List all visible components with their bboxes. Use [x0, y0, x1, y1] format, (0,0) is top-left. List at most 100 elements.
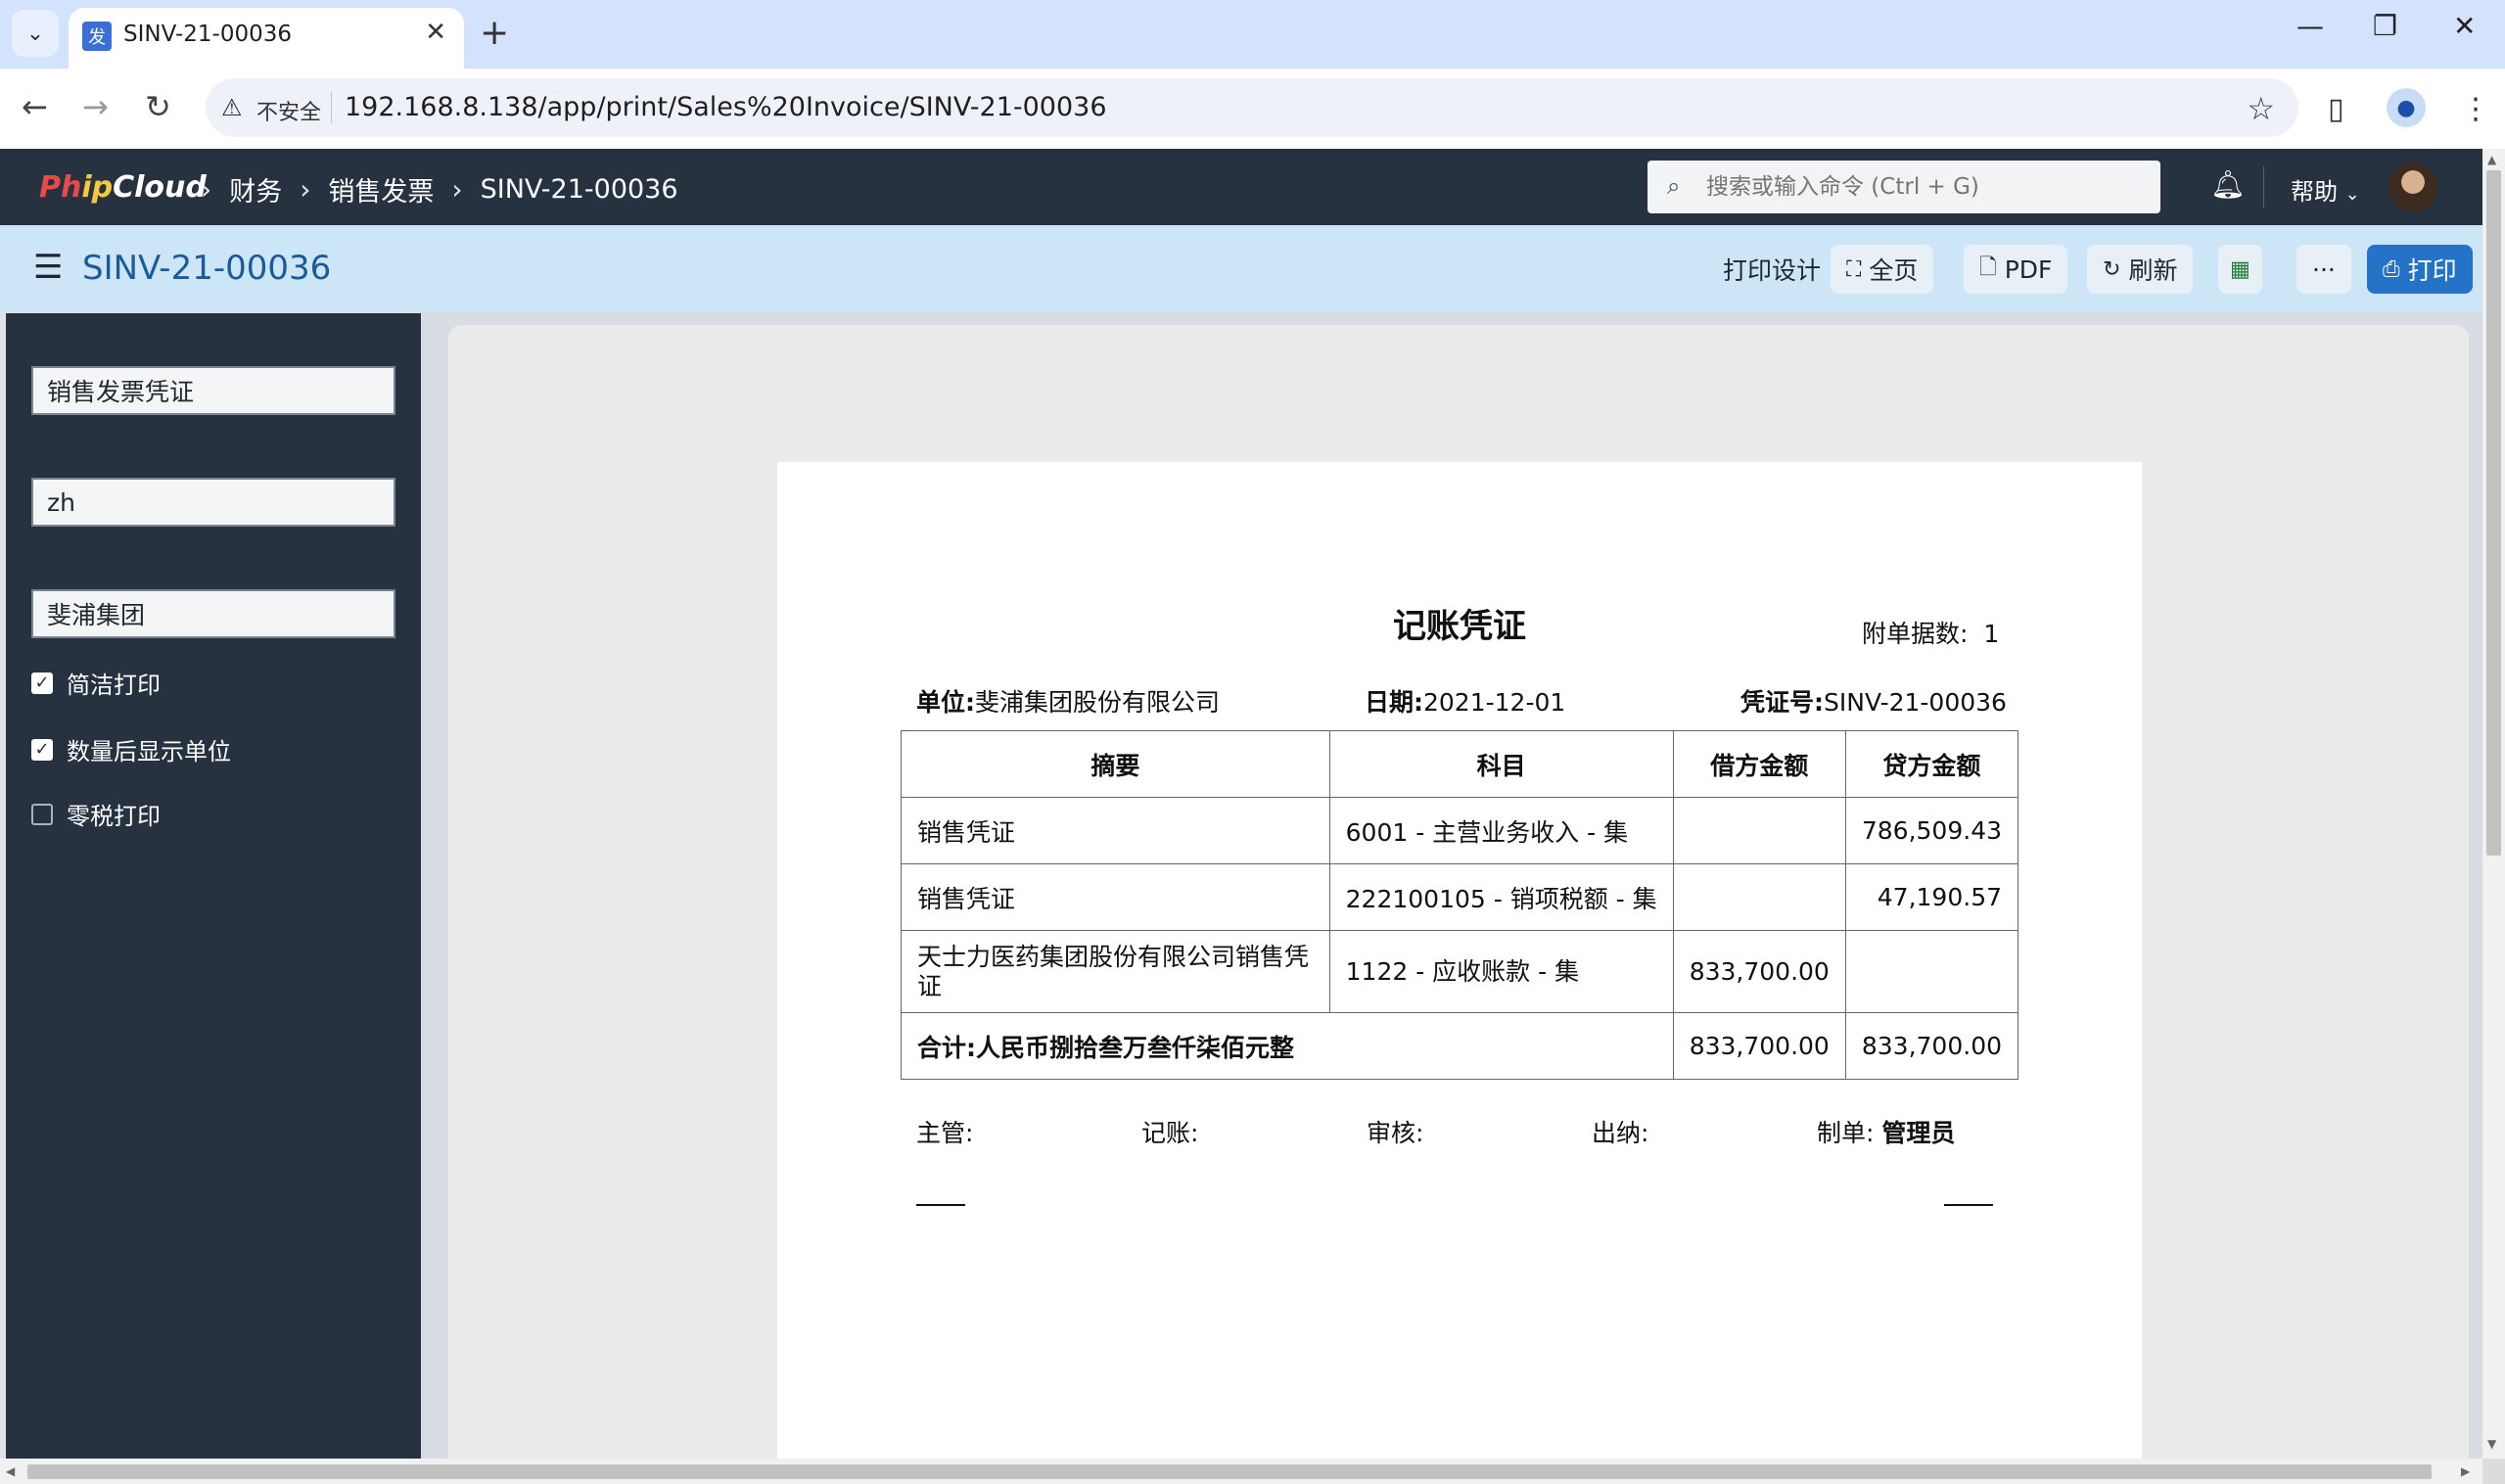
voucher-paper: 记账凭证 附单据数: 1 单位:斐浦集团股份有限公司 日期:2021-12-01… — [777, 462, 2142, 1459]
search-icon: ⌕ — [1667, 172, 1681, 200]
chevron-right-icon: › — [300, 173, 311, 206]
search-input[interactable] — [1706, 170, 2137, 204]
vertical-scrollbar[interactable]: ▲ ▼ — [2482, 149, 2505, 1459]
horizontal-scroll-thumb[interactable] — [27, 1464, 2432, 1479]
column-header: 贷方金额 — [1844, 730, 2019, 798]
tab-close-icon[interactable]: ✕ — [425, 18, 446, 47]
scroll-up-icon[interactable]: ▲ — [2487, 153, 2496, 166]
voucher-number-field: 凭证号:SINV-21-00036 — [1740, 688, 2007, 717]
debit-cell — [1672, 797, 1846, 864]
scroll-right-icon[interactable]: ▶ — [2461, 1464, 2470, 1478]
checkbox-uom-after-qty[interactable]: ✓ 数量后显示单位 — [31, 732, 231, 766]
url-text[interactable]: 192.168.8.138/app/print/Sales%20Invoice/… — [345, 92, 1107, 122]
excel-export-button[interactable]: ▦ — [2218, 245, 2262, 294]
auditor-sign: 审核: — [1367, 1119, 1424, 1147]
total-debit-cell: 833,700.00 — [1672, 1012, 1846, 1080]
checkbox-checked-icon[interactable]: ✓ — [31, 672, 53, 694]
refresh-icon: ↻ — [2103, 256, 2121, 282]
scroll-left-icon[interactable]: ◀ — [6, 1464, 15, 1478]
sidebar-toggle-icon[interactable]: ☰ — [33, 251, 63, 284]
window-close-icon[interactable]: ✕ — [2453, 10, 2476, 42]
voucher-table: 摘要 科目 借方金额 贷方金额 销售凭证 6001 - 主营业务收入 - 集 7… — [901, 730, 2019, 1080]
help-dropdown[interactable]: 帮助 ⌄ — [2291, 172, 2360, 207]
credit-cell — [1844, 930, 2019, 1013]
supervisor-sign: 主管: — [916, 1119, 974, 1147]
address-bar[interactable]: ⚠ 不安全 192.168.8.138/app/print/Sales%20In… — [206, 78, 2298, 137]
browser-toolbar: ← → ↻ ⚠ 不安全 192.168.8.138/app/print/Sale… — [0, 69, 2505, 149]
full-page-button[interactable]: ⛶ 全页 — [1831, 245, 1934, 294]
file-icon: 🗋 — [1979, 255, 1997, 280]
column-header: 借方金额 — [1672, 730, 1846, 798]
chevron-right-icon: › — [451, 173, 463, 206]
cashier-sign: 出纳: — [1592, 1119, 1649, 1147]
checkbox-checked-icon[interactable]: ✓ — [31, 738, 53, 761]
warning-triangle-icon: ⚠ — [221, 94, 243, 121]
reload-icon[interactable]: ↻ — [145, 88, 171, 125]
more-actions-button[interactable]: ··· — [2296, 245, 2351, 294]
unit-field: 单位:斐浦集团股份有限公司 — [916, 688, 1221, 717]
checkbox-unchecked-icon[interactable] — [31, 803, 53, 825]
signature-line-right — [1944, 1204, 1993, 1206]
notification-bell-icon[interactable]: 🔔︎ — [2210, 168, 2246, 201]
breadcrumb: › 财务 › 销售发票 › SINV-21-00036 — [201, 170, 678, 209]
print-button[interactable]: ⎙ 打印 — [2367, 245, 2473, 294]
column-header: 摘要 — [901, 730, 1330, 798]
date-field: 日期:2021-12-01 — [1365, 688, 1566, 717]
total-row: 合计:人民币捌拾叁万叁仟柒佰元整 833,700.00 833,700.00 — [901, 1012, 2019, 1080]
table-header-row: 摘要 科目 借方金额 贷方金额 — [901, 730, 2019, 798]
profile-icon[interactable]: ● — [2387, 88, 2426, 127]
forward-arrow-icon[interactable]: → — [82, 88, 109, 125]
new-tab-plus-icon[interactable]: + — [480, 14, 509, 53]
window-minimize-icon[interactable]: — — [2296, 10, 2324, 42]
credit-cell: 786,509.43 — [1844, 797, 2019, 864]
awesomebar[interactable]: ⌕ — [1647, 161, 2160, 213]
window-restore-icon[interactable]: ❐ — [2373, 10, 2397, 42]
breadcrumb-finance[interactable]: 财务 — [229, 170, 282, 209]
column-header: 科目 — [1328, 730, 1674, 798]
credit-cell: 47,190.57 — [1844, 863, 2019, 931]
horizontal-scrollbar[interactable]: ◀ ▶ — [0, 1459, 2482, 1484]
spreadsheet-icon: ▦ — [2230, 256, 2250, 282]
omnibox-separator — [331, 92, 332, 123]
navbar-divider — [2263, 166, 2264, 208]
attachments-count: 附单据数: 1 — [1862, 620, 2000, 648]
bookmark-star-icon[interactable]: ☆ — [2247, 90, 2275, 127]
back-arrow-icon[interactable]: ← — [22, 88, 48, 125]
app-navbar: PhipCloud › 财务 › 销售发票 › SINV-21-00036 ⌕ … — [0, 149, 2482, 225]
browser-tabstrip: ⌄ 发 SINV-21-00036 ✕ + — ❐ ✕ — [0, 0, 2505, 69]
print-design-button[interactable]: 打印设计 — [1707, 245, 1836, 294]
browser-tab[interactable]: 发 SINV-21-00036 ✕ — [69, 8, 464, 69]
checkbox-zero-tax-print[interactable]: 零税打印 — [31, 797, 161, 831]
scrollbar-corner — [2482, 1459, 2505, 1484]
table-row: 销售凭证 6001 - 主营业务收入 - 集 786,509.43 — [901, 797, 2019, 864]
checkbox-compact-print[interactable]: ✓ 简洁打印 — [31, 666, 161, 700]
page-title: SINV-21-00036 — [82, 249, 332, 288]
summary-cell: 销售凭证 — [901, 797, 1330, 864]
breadcrumb-current[interactable]: SINV-21-00036 — [481, 174, 678, 205]
chevron-down-icon: ⌄ — [25, 21, 45, 46]
summary-cell: 销售凭证 — [901, 863, 1330, 931]
user-avatar[interactable] — [2389, 162, 2437, 211]
tab-search-button[interactable]: ⌄ — [12, 10, 59, 57]
total-credit-cell: 833,700.00 — [1844, 1012, 2019, 1080]
refresh-button[interactable]: ↻ 刷新 — [2087, 245, 2194, 294]
bookkeeper-sign: 记账: — [1141, 1119, 1199, 1147]
breadcrumb-sales-invoice[interactable]: 销售发票 — [328, 170, 434, 209]
print-format-select[interactable] — [31, 366, 395, 415]
chevron-down-icon: ⌄ — [2344, 184, 2360, 205]
tab-title: SINV-21-00036 — [123, 22, 293, 47]
browser-menu-icon[interactable]: ⋮ — [2461, 92, 2490, 126]
print-settings-sidebar: ✓ 简洁打印 ✓ 数量后显示单位 零税打印 — [6, 313, 421, 1459]
app-logo[interactable]: PhipCloud — [39, 170, 207, 205]
tab-favicon-icon: 发 — [82, 22, 112, 51]
printer-icon: ⎙ — [2383, 256, 2400, 282]
language-select[interactable] — [31, 478, 395, 527]
expand-icon: ⛶ — [1846, 256, 1862, 282]
side-panel-icon[interactable]: ▯ — [2328, 92, 2344, 126]
scroll-down-icon[interactable]: ▼ — [2487, 1437, 2496, 1451]
letterhead-select[interactable] — [31, 589, 395, 638]
pdf-button[interactable]: 🗋 PDF — [1964, 245, 2068, 294]
account-cell: 222100105 - 销项税额 - 集 — [1328, 863, 1674, 931]
total-label-cell: 合计:人民币捌拾叁万叁仟柒佰元整 — [901, 1012, 1674, 1080]
vertical-scroll-thumb[interactable] — [2486, 170, 2501, 856]
